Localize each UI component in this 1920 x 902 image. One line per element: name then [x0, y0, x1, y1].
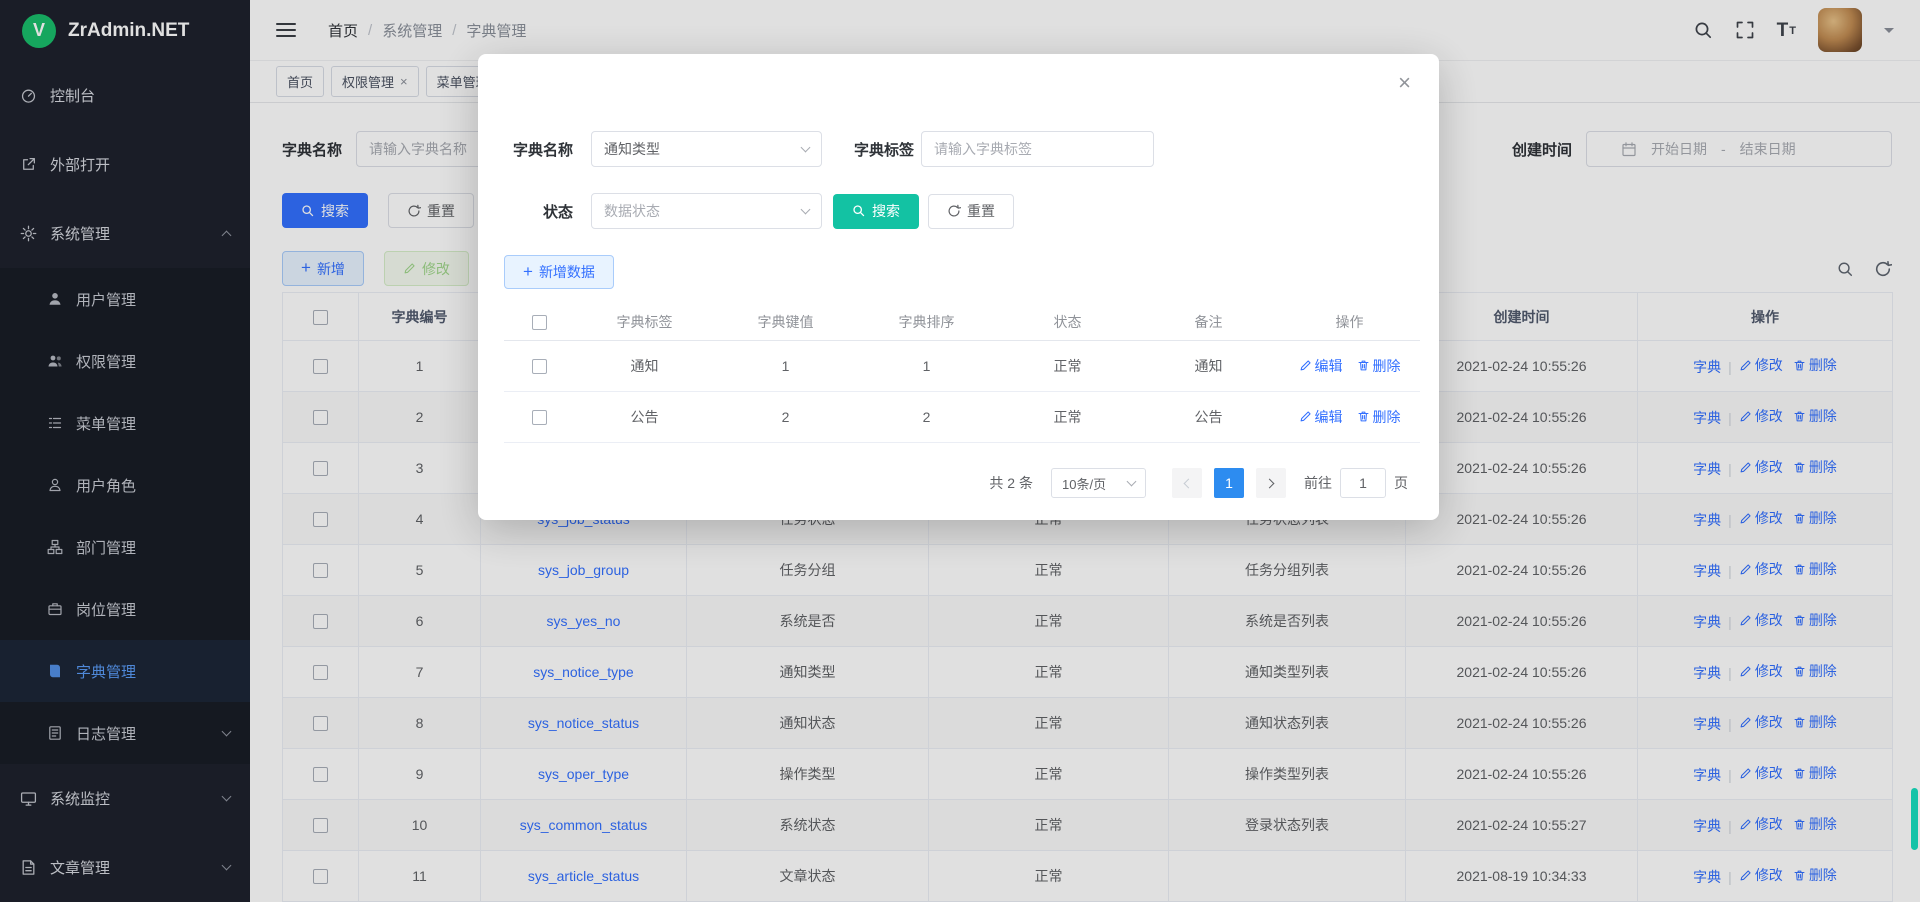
status-placeholder: 数据状态	[604, 201, 660, 221]
goto-unit: 页	[1394, 473, 1408, 493]
cell-dict-value: 2	[715, 391, 856, 442]
edit-link[interactable]: 编辑	[1299, 356, 1343, 376]
scrollbar-thumb[interactable]	[1911, 788, 1918, 850]
add-data-button[interactable]: + 新增数据	[504, 255, 614, 289]
close-icon[interactable]: ×	[1398, 72, 1411, 94]
chevron-down-icon	[801, 142, 811, 152]
row-checkbox[interactable]	[532, 410, 547, 425]
page-size-value: 10条/页	[1062, 474, 1106, 493]
page-number-1[interactable]: 1	[1214, 468, 1244, 498]
cell-remark: 公告	[1138, 391, 1279, 442]
next-page-button[interactable]	[1256, 468, 1286, 498]
goto-page-input[interactable]	[1340, 468, 1386, 498]
trash-icon	[1357, 359, 1370, 372]
col-status: 状态	[997, 304, 1138, 340]
dict-data-dialog: × 字典名称 通知类型 字典标签 状态 数据状态 搜索 重置 + 新增数据	[478, 54, 1439, 520]
chevron-down-icon	[1127, 476, 1137, 486]
edit-icon	[1299, 410, 1312, 423]
row-checkbox[interactable]	[532, 359, 547, 374]
edit-icon	[1299, 359, 1312, 372]
dict-label-label: 字典标签	[846, 139, 914, 160]
table-header-row: 字典标签 字典键值 字典排序 状态 备注 操作	[504, 304, 1420, 340]
modal-filter-row-1: 字典名称 通知类型 字典标签	[504, 131, 1154, 167]
dict-label-input[interactable]	[921, 131, 1154, 167]
plus-icon: +	[523, 263, 533, 280]
cell-status: 正常	[997, 391, 1138, 442]
cell-status: 正常	[997, 340, 1138, 391]
col-dict-value: 字典键值	[715, 304, 856, 340]
delete-link[interactable]: 删除	[1357, 356, 1401, 376]
modal-reset-label: 重置	[967, 201, 995, 221]
chevron-down-icon	[801, 204, 811, 214]
modal-table-body: 通知11正常通知编辑删除公告22正常公告编辑删除	[504, 340, 1420, 442]
scrollbar	[1911, 0, 1919, 902]
col-actions: 操作	[1279, 304, 1420, 340]
pagination: 共 2 条 10条/页 1 前往 页	[989, 468, 1408, 498]
col-dict-sort: 字典排序	[856, 304, 997, 340]
edit-link[interactable]: 编辑	[1299, 407, 1343, 427]
chevron-left-icon	[1184, 478, 1194, 488]
status-select[interactable]: 数据状态	[591, 193, 822, 229]
cell-dict-sort: 1	[856, 340, 997, 391]
pagination-total: 共 2 条	[989, 473, 1033, 493]
cell-dict-value: 1	[715, 340, 856, 391]
col-dict-label: 字典标签	[574, 304, 715, 340]
cell-dict-label: 公告	[574, 391, 715, 442]
dict-name-value: 通知类型	[604, 139, 660, 159]
modal-search-button[interactable]: 搜索	[833, 194, 919, 229]
select-all-checkbox[interactable]	[532, 315, 547, 330]
trash-icon	[1357, 410, 1370, 423]
cell-dict-sort: 2	[856, 391, 997, 442]
delete-link[interactable]: 删除	[1357, 407, 1401, 427]
page-size-select[interactable]: 10条/页	[1051, 468, 1146, 498]
dict-name-select[interactable]: 通知类型	[591, 131, 822, 167]
col-remark: 备注	[1138, 304, 1279, 340]
modal-filter-row-2: 状态 数据状态 搜索 重置	[504, 193, 1014, 229]
status-label: 状态	[504, 201, 573, 222]
cell-dict-label: 通知	[574, 340, 715, 391]
add-data-label: 新增数据	[539, 262, 595, 282]
goto-label: 前往	[1304, 473, 1332, 493]
dict-data-table: 字典标签 字典键值 字典排序 状态 备注 操作 通知11正常通知编辑删除公告22…	[504, 304, 1420, 443]
dict-data-row: 公告22正常公告编辑删除	[504, 391, 1420, 442]
modal-search-label: 搜索	[872, 201, 900, 221]
cell-remark: 通知	[1138, 340, 1279, 391]
prev-page-button[interactable]	[1172, 468, 1202, 498]
modal-reset-button[interactable]: 重置	[928, 194, 1014, 229]
chevron-right-icon	[1265, 478, 1275, 488]
modal-toolbar: + 新增数据	[504, 255, 614, 289]
dict-name-label: 字典名称	[504, 139, 573, 160]
dict-data-row: 通知11正常通知编辑删除	[504, 340, 1420, 391]
